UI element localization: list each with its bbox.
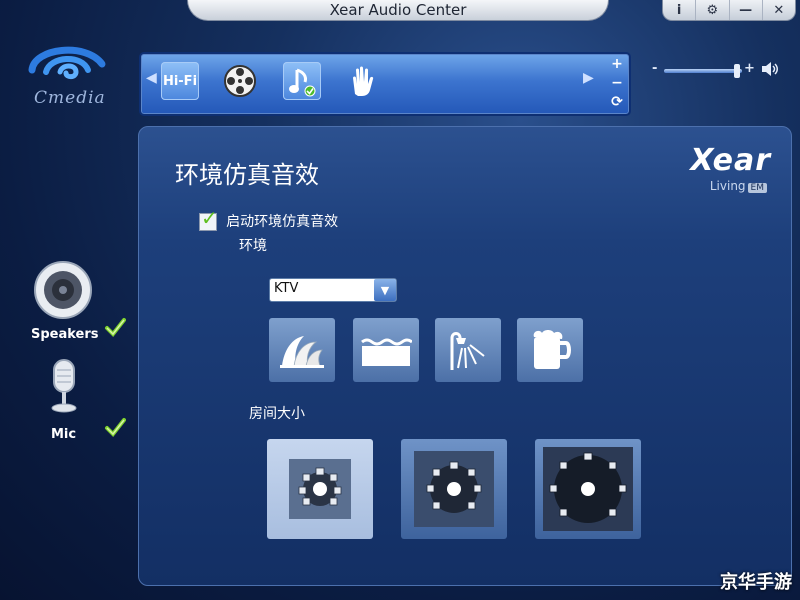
environment-panel: 环境仿真音效 Xear Living EM ✓ 启动环境仿真音效 环境 KTV ▼ — [138, 126, 792, 586]
medium-room-icon — [426, 461, 482, 513]
scroll-right-arrow-icon[interactable]: ▶ — [583, 70, 594, 86]
shower-icon[interactable] — [435, 318, 501, 382]
beer-mug-icon[interactable] — [517, 318, 583, 382]
enable-environment-row: ✓ 启动环境仿真音效 — [199, 208, 339, 231]
refresh-icon[interactable]: ⟳ — [607, 93, 627, 111]
effects-toolbar: ◀ Hi-Fi ▶ + − ⟳ — [139, 52, 631, 116]
environment-select[interactable]: KTV ▼ — [269, 278, 397, 302]
hifi-label: Hi-Fi — [162, 73, 198, 89]
living-text: Living — [709, 179, 746, 193]
room-size-medium-button[interactable] — [401, 439, 507, 539]
speaker-volume-icon[interactable] — [760, 59, 780, 83]
mic-check-icon — [104, 416, 126, 442]
scroll-left-arrow-icon[interactable]: ◀ — [146, 70, 157, 86]
enable-environment-label: 启动环境仿真音效 — [226, 214, 339, 230]
info-icon[interactable]: i — [663, 0, 695, 20]
speaker-icon — [34, 261, 92, 319]
window-title: Xear Audio Center — [187, 0, 609, 21]
volume-slider-thumb[interactable] — [734, 64, 740, 78]
speakers-check-icon — [104, 316, 126, 342]
volume-plus-icon[interactable]: + — [744, 61, 755, 76]
settings-gear-icon[interactable]: ⚙ — [695, 0, 728, 20]
hifi-button[interactable]: Hi-Fi — [161, 62, 199, 100]
enable-environment-checkbox[interactable]: ✓ — [199, 208, 218, 231]
mic-device[interactable] — [44, 358, 84, 420]
xear-brand: Xear — [690, 143, 771, 178]
small-room-icon — [298, 467, 342, 506]
xear-living-brand: Living EM — [710, 179, 767, 193]
music-note-icon[interactable] — [283, 62, 321, 100]
room-size-label: 房间大小 — [249, 406, 305, 422]
environment-label: 环境 — [239, 238, 267, 254]
dropdown-arrow-icon[interactable]: ▼ — [374, 279, 396, 301]
microphone-icon — [51, 359, 77, 413]
room-size-small-button[interactable] — [267, 439, 373, 539]
panel-title: 环境仿真音效 — [175, 161, 319, 189]
window-controls: i ⚙ — ✕ — [662, 0, 796, 21]
room-size-large-button[interactable] — [535, 439, 641, 539]
toolbar-side-buttons: + − ⟳ — [607, 54, 627, 112]
add-button[interactable]: + — [607, 55, 627, 73]
mic-label: Mic — [51, 427, 77, 442]
em-badge: EM — [747, 183, 767, 193]
watermark: 京华手游 — [720, 572, 792, 593]
environment-select-value: KTV — [274, 281, 299, 296]
volume-minus-icon[interactable]: - — [652, 61, 657, 76]
minimize-button[interactable]: — — [728, 0, 762, 20]
large-room-icon — [549, 452, 627, 523]
opera-house-icon[interactable] — [269, 318, 335, 382]
speakers-device[interactable] — [28, 258, 98, 326]
film-reel-icon[interactable] — [221, 62, 259, 100]
master-volume: - + — [650, 61, 790, 81]
remove-button[interactable]: − — [607, 74, 627, 92]
xear-audio-center-window: Xear Audio Center i ⚙ — ✕ Cmedia ◀ Hi-Fi — [0, 0, 800, 600]
close-button[interactable]: ✕ — [761, 0, 795, 20]
speakers-label: Speakers — [31, 327, 99, 342]
volume-slider-track[interactable] — [664, 69, 742, 73]
hand-icon[interactable] — [343, 62, 381, 100]
cmedia-logo-text: Cmedia — [34, 88, 106, 108]
underwater-icon[interactable] — [353, 318, 419, 382]
